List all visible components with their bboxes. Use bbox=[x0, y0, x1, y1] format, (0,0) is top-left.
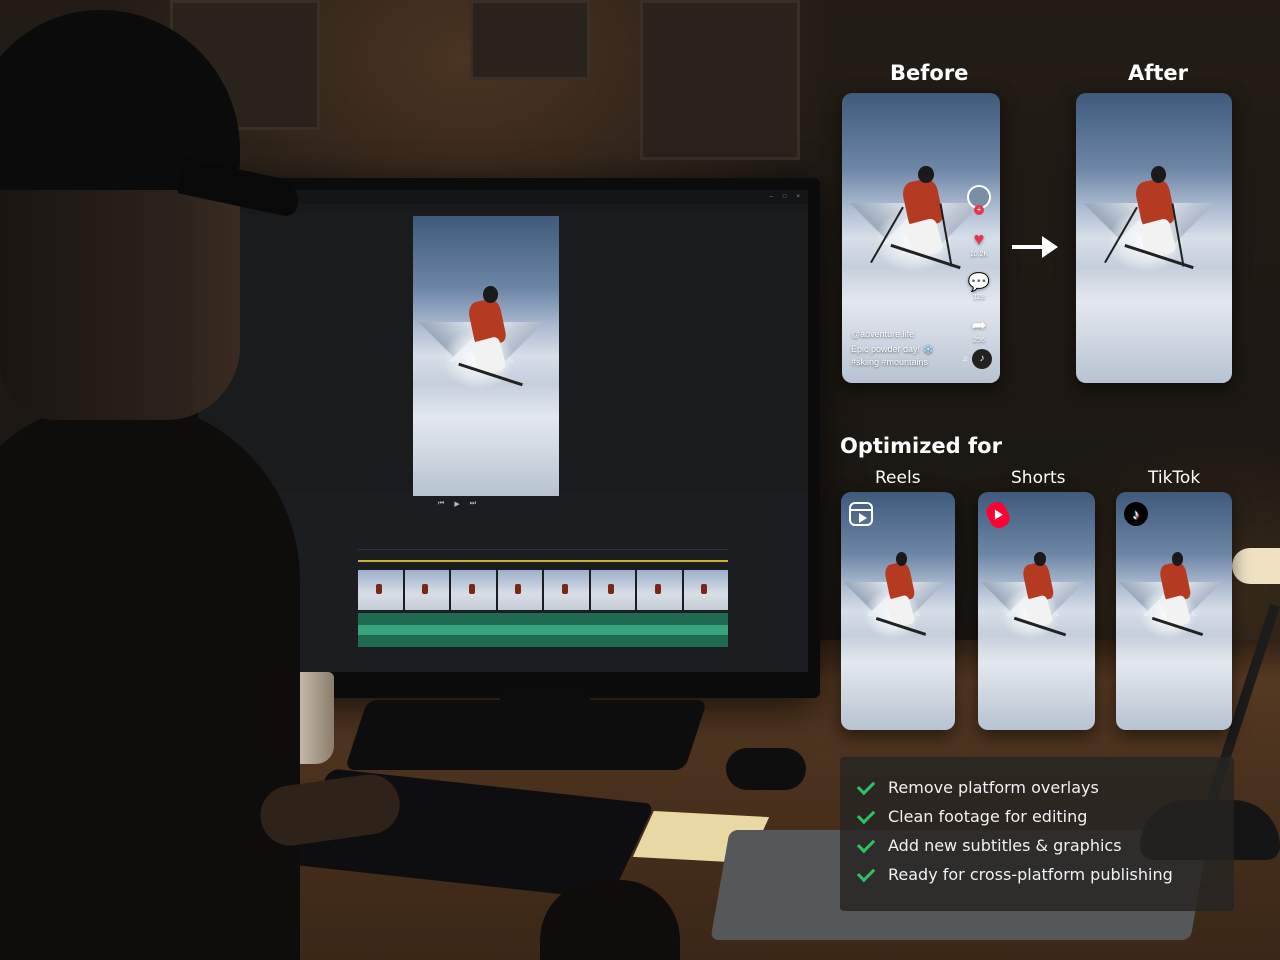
optimized-heading: Optimized for bbox=[840, 434, 1002, 458]
before-phone: + ♥ 10.2K 💬 128 ➦ 256 @adventure.life Ep… bbox=[842, 93, 1000, 383]
maximize-icon[interactable]: □ bbox=[783, 194, 787, 200]
vertical-video-frame bbox=[413, 216, 559, 496]
share-count: 256 bbox=[973, 337, 985, 344]
video-clip[interactable] bbox=[637, 570, 682, 610]
step-back-icon[interactable]: ⏮ bbox=[438, 500, 444, 508]
desk-puck bbox=[726, 748, 806, 790]
video-clip[interactable] bbox=[497, 570, 542, 610]
play-icon[interactable]: ▶ bbox=[454, 500, 459, 508]
video-clip[interactable] bbox=[451, 570, 496, 610]
audio-track[interactable] bbox=[358, 613, 728, 647]
caption-hashtags: #skiing #mountains bbox=[851, 357, 929, 367]
playhead-range bbox=[358, 560, 728, 562]
like-count: 10.2K bbox=[969, 251, 989, 258]
reels-phone bbox=[841, 492, 955, 730]
video-clip[interactable] bbox=[544, 570, 589, 610]
benefits-panel: Remove platform overlays Clean footage f… bbox=[840, 757, 1234, 911]
video-clip[interactable] bbox=[590, 570, 635, 610]
benefit-item: Clean footage for editing bbox=[856, 805, 1087, 826]
reels-icon bbox=[849, 502, 873, 526]
tiktok-phone: ♪ bbox=[1116, 492, 1232, 730]
video-clip[interactable] bbox=[404, 570, 449, 610]
transport-controls: ⏮ ▶ ⏭ bbox=[438, 500, 476, 508]
benefit-item: Add new subtitles & graphics bbox=[856, 834, 1122, 855]
music-note-icon: ♫ bbox=[962, 354, 968, 363]
desk-lamp-head bbox=[1232, 548, 1280, 584]
checkmark-icon bbox=[856, 805, 876, 824]
shorts-phone bbox=[978, 492, 1095, 730]
audio-waveform bbox=[358, 625, 728, 635]
checkmark-icon bbox=[856, 776, 876, 795]
tiktok-icon: ♪ bbox=[1124, 502, 1148, 526]
wall-picture-frame bbox=[470, 0, 590, 80]
comment-icon[interactable]: 💬 bbox=[968, 272, 990, 292]
comment-count: 128 bbox=[973, 294, 985, 301]
share-icon[interactable]: ➦ bbox=[971, 315, 986, 335]
monitor-stand-base bbox=[344, 700, 708, 770]
heart-icon[interactable]: ♥ bbox=[974, 229, 985, 249]
before-title: Before bbox=[890, 61, 969, 85]
video-clip[interactable] bbox=[358, 570, 403, 610]
video-track[interactable] bbox=[358, 570, 728, 610]
close-icon[interactable]: × bbox=[796, 194, 800, 200]
music-disc-icon[interactable]: ♪ bbox=[972, 349, 992, 369]
post-caption: @adventure.life Epic powder day! ❄️ #ski… bbox=[851, 328, 934, 369]
checkmark-icon bbox=[856, 863, 876, 882]
program-monitor bbox=[198, 214, 808, 496]
platform-overlay-rail: + ♥ 10.2K 💬 128 ➦ 256 bbox=[964, 185, 994, 344]
step-forward-icon[interactable]: ⏭ bbox=[470, 500, 476, 508]
wall-picture-frame bbox=[640, 0, 800, 160]
benefit-item: Remove platform overlays bbox=[856, 776, 1099, 797]
creator-handle: @adventure.life bbox=[851, 329, 915, 339]
right-arrow-icon bbox=[1012, 236, 1058, 258]
platform-label-shorts: Shorts bbox=[1011, 468, 1066, 488]
after-phone bbox=[1076, 93, 1232, 383]
timeline-ruler bbox=[358, 540, 728, 550]
after-title: After bbox=[1128, 61, 1189, 85]
minimize-icon[interactable]: – bbox=[770, 194, 773, 200]
checkmark-icon bbox=[856, 834, 876, 853]
person bbox=[0, 400, 300, 960]
platform-label-reels: Reels bbox=[875, 468, 921, 488]
platform-label-tiktok: TikTok bbox=[1148, 468, 1201, 488]
video-clip[interactable] bbox=[683, 570, 728, 610]
follow-plus-icon[interactable]: + bbox=[974, 205, 984, 215]
caption-text: Epic powder day! ❄️ bbox=[851, 344, 934, 354]
benefit-item: Ready for cross-platform publishing bbox=[856, 863, 1173, 884]
